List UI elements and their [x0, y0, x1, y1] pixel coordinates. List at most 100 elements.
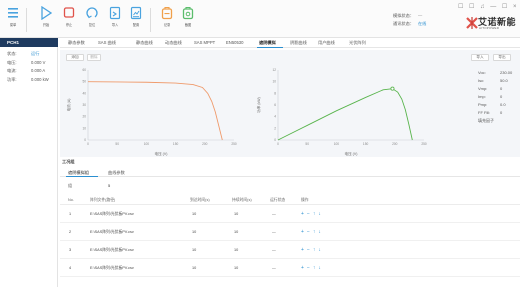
y-tick-label: 8: [274, 91, 276, 95]
params-panel: Voc:230.00V Isc:50.0A Vmp:0V Imp:0A Pmp:…: [478, 70, 520, 126]
row-ops: +−↑↓: [301, 211, 324, 217]
cell-hold[interactable]: 10: [234, 230, 238, 234]
cell-hold[interactable]: 10: [234, 248, 238, 252]
tab-static-params[interactable]: 静态参数: [68, 40, 85, 46]
channel-row-power: 功率: 0.000 kW: [0, 77, 57, 86]
cell-no: 4: [69, 266, 72, 270]
y-tick-label: 40: [82, 91, 86, 95]
y-tick-label: 6: [274, 103, 276, 107]
start-button[interactable]: 开始: [37, 6, 55, 36]
cell-file[interactable]: E:\SAS阵列\光伏板PV.csv: [90, 266, 134, 271]
cell-arrive[interactable]: 10: [192, 230, 196, 234]
toolbar-divider: [26, 8, 27, 32]
cell-no: 1: [69, 212, 72, 216]
add-button[interactable]: 添加: [66, 54, 84, 61]
import-button[interactable]: 导入: [106, 6, 124, 36]
reset-label: 复位: [88, 23, 96, 27]
param-ff: FF Fill:0%: [478, 110, 520, 118]
row-ops: +−↑↓: [301, 247, 324, 253]
tab-pv-array[interactable]: 光伏阵列: [349, 40, 366, 46]
tab-sas-curve[interactable]: SAS 曲线: [98, 40, 116, 46]
pv-chart: 0 2 4 6 8 10 12 0 50 100 150 200 250 电压 (V) 功率 (kW): [256, 68, 427, 156]
screenshot-label: 截图: [184, 23, 192, 27]
tab-curve-params[interactable]: 曲线参数: [108, 170, 125, 176]
param-value: 0: [500, 94, 503, 99]
channel-key: 电压:: [7, 59, 17, 65]
move-down-icon[interactable]: ↓: [318, 265, 324, 271]
status-panel: 模拟状态： — 通讯状态： 在线: [393, 12, 426, 28]
move-down-icon[interactable]: ↓: [318, 247, 324, 253]
cell-file[interactable]: E:\SAS阵列\光伏板PV.csv: [90, 230, 134, 235]
col-file: 阵列文件(路径): [90, 198, 116, 202]
tab-static-curve[interactable]: 静态曲线: [136, 40, 153, 46]
play-icon: [41, 6, 52, 20]
table-row[interactable]: 1 E:\SAS阵列\光伏板PV.csv 10 10 — +−↑↓: [60, 205, 520, 223]
cell-arrive[interactable]: 10: [192, 248, 196, 252]
sim-status-label: 模拟状态：: [393, 13, 414, 18]
channel-title[interactable]: PCH1: [0, 38, 58, 47]
reset-button[interactable]: 复位: [83, 6, 101, 36]
group-qty-value[interactable]: 5: [108, 183, 110, 188]
record-button[interactable]: 记录: [158, 6, 176, 36]
cell-hold[interactable]: 10: [234, 212, 238, 216]
toolbar: 菜单 开始 停止 复位 导入 配置 记录 截图 模拟状态： — 通讯状态： 在线…: [0, 0, 520, 38]
series-line: [277, 88, 413, 141]
mode-tabs: 静态参数 SAS 曲线 静态曲线 动态曲线 SAS MPPT EN50530 遮…: [60, 38, 520, 49]
cell-file[interactable]: E:\SAS阵列\光伏板PV.csv: [90, 248, 134, 253]
x-tick-label: 200: [392, 142, 398, 146]
cell-arrive[interactable]: 10: [192, 266, 196, 270]
export-curve-button[interactable]: 导出: [493, 54, 511, 61]
import-curve-button[interactable]: 导入: [471, 54, 489, 61]
menu-button[interactable]: 菜单: [4, 6, 22, 36]
tab-user-curve[interactable]: 用户曲线: [318, 40, 335, 46]
stop-icon: [63, 7, 75, 18]
cell-status: —: [272, 212, 276, 216]
y-axis-label: 功率 (kW): [256, 97, 261, 113]
y-tick-label: 20: [82, 115, 86, 119]
y-tick-label: 60: [82, 68, 86, 72]
cell-file[interactable]: E:\SAS阵列\光伏板PV.csv: [90, 212, 134, 217]
param-pmp: Pmp:0.0kW: [478, 102, 520, 110]
col-no: No.: [68, 198, 74, 202]
stop-label: 停止: [65, 23, 73, 27]
start-label: 开始: [42, 23, 50, 27]
channel-row-status: 状态: 运行: [0, 51, 57, 60]
brand-logo: 艾诺新能 AITOPOWER: [466, 15, 518, 33]
x-tick-label: 200: [202, 142, 208, 146]
tab-sas-mppt[interactable]: SAS MPPT: [194, 40, 215, 45]
x-tick-label: 150: [363, 142, 369, 146]
config-button[interactable]: 配置: [127, 6, 145, 36]
cell-hold[interactable]: 10: [234, 266, 238, 270]
window-controls[interactable]: ☐ ☐ ♫ — ☐ ×: [458, 3, 518, 10]
param-vmp: Vmp:0V: [478, 86, 520, 94]
tab-dynamic-curve[interactable]: 动态曲线: [165, 40, 182, 46]
stop-button[interactable]: 停止: [60, 6, 78, 36]
x-tick-label: 150: [173, 142, 179, 146]
comm-status-value: 在线: [417, 21, 427, 26]
screenshot-button[interactable]: 截图: [179, 6, 197, 36]
table-row[interactable]: 2 E:\SAS阵列\光伏板PV.csv 10 10 — +−↑↓: [60, 223, 520, 241]
table-row[interactable]: 4 E:\SAS阵列\光伏板PV.csv 10 10 — +−↑↓: [60, 259, 520, 277]
screenshot-icon: [182, 6, 194, 20]
import-label: 导入: [111, 23, 119, 27]
tab-shading-sim[interactable]: 遮阴模拟: [259, 40, 276, 46]
param-key: Vmp:: [478, 86, 488, 91]
table-row[interactable]: 3 E:\SAS阵列\光伏板PV.csv 10 10 — +−↑↓: [60, 241, 520, 259]
chart-area: 添加 删除 导入 导出 0 10 20 30 40 50 60 0 50 100 150 200 250…: [60, 50, 520, 157]
param-key: Pmp:: [478, 102, 488, 107]
cell-arrive[interactable]: 10: [192, 212, 196, 216]
move-down-icon[interactable]: ↓: [318, 211, 324, 217]
tab-en50530[interactable]: EN50530: [226, 40, 243, 45]
x-axis-label: 电压 (V): [155, 151, 168, 156]
delete-button[interactable]: 删除: [87, 54, 101, 61]
menu-icon: [8, 8, 18, 18]
row-ops: +−↑↓: [301, 229, 324, 235]
tab-shadow-curve[interactable]: 阴影曲线: [290, 40, 307, 46]
x-tick-label: 250: [231, 142, 237, 146]
brand-mark-icon: [466, 17, 478, 29]
move-down-icon[interactable]: ↓: [318, 229, 324, 235]
sim-status-value: —: [417, 13, 423, 18]
param-value: 230.00: [500, 70, 513, 75]
param-value: 0.0: [500, 102, 506, 107]
col-hold: 持续时间(s): [232, 198, 252, 202]
